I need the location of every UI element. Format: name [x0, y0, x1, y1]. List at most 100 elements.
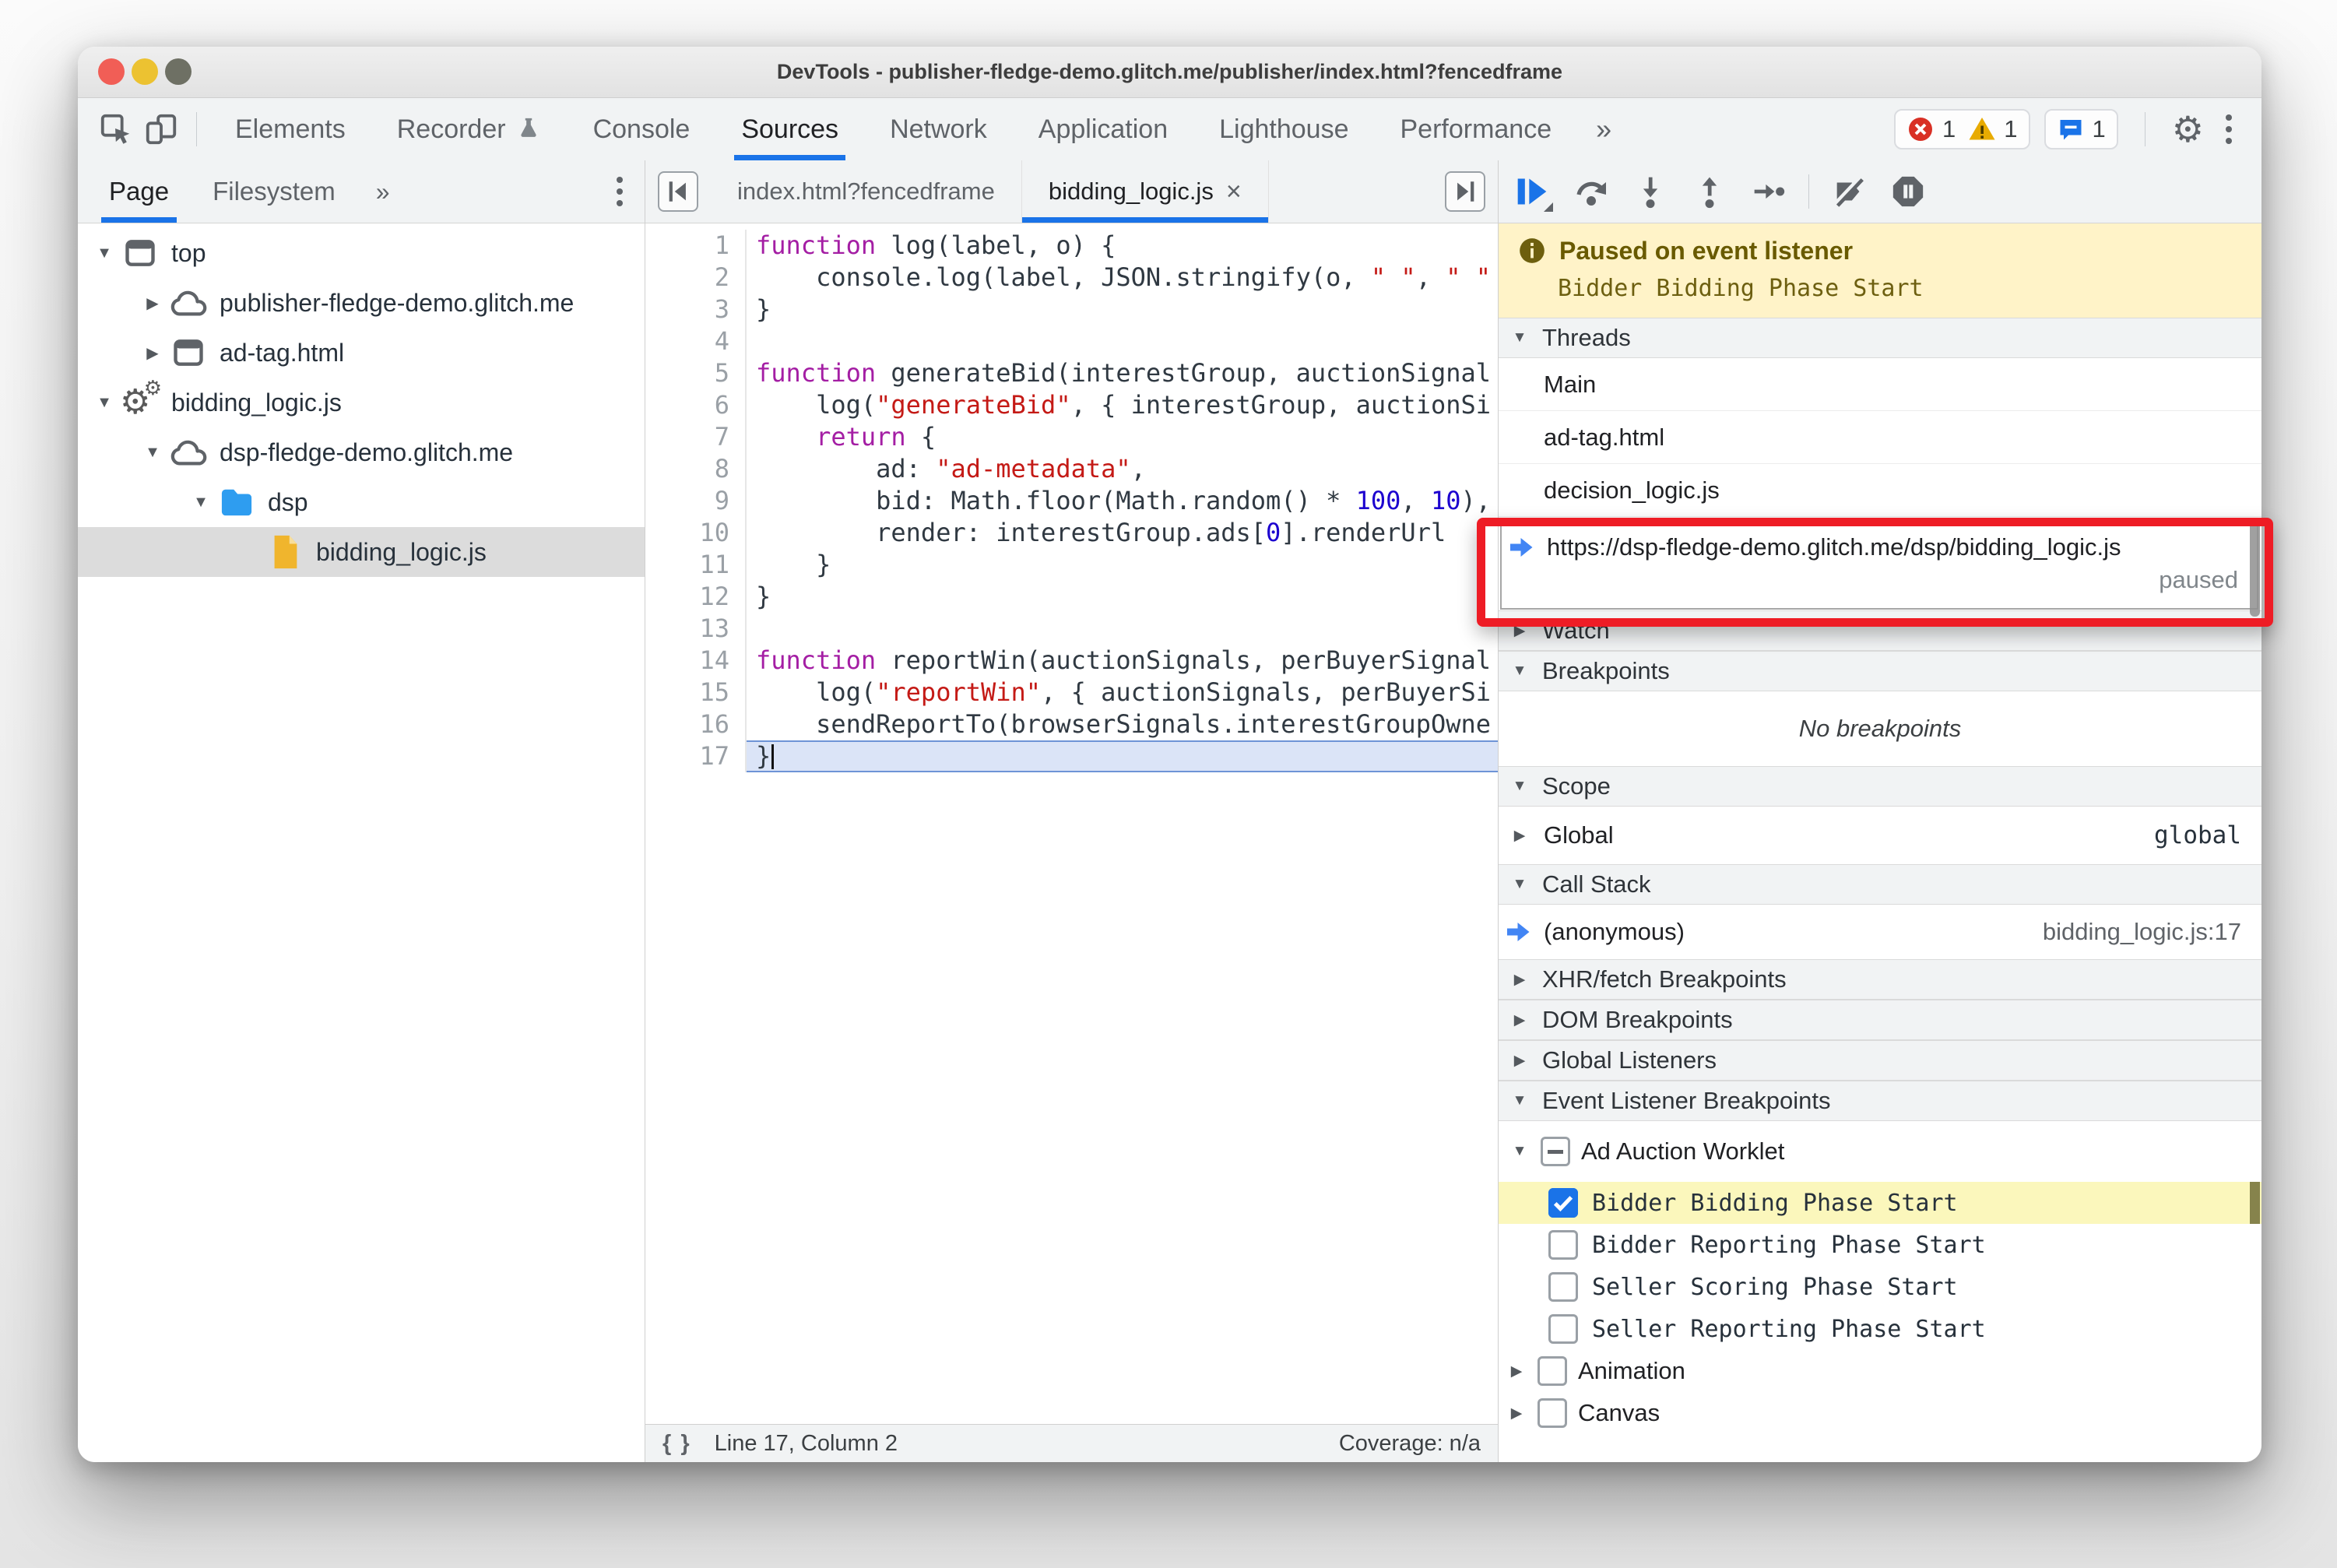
- line-number[interactable]: 11: [645, 549, 747, 581]
- tab-sources[interactable]: Sources: [715, 98, 864, 160]
- resume-dropdown-icon[interactable]: [1544, 202, 1553, 212]
- code-line-10[interactable]: 10 render: interestGroup.ads[0].renderUr…: [645, 517, 1498, 549]
- chevron-down-icon[interactable]: ▼: [137, 444, 168, 462]
- elb-group-ad-auction-worklet[interactable]: ▼ Ad Auction Worklet: [1499, 1121, 2261, 1182]
- deactivate-breakpoints-button[interactable]: [1823, 168, 1875, 215]
- tree-item-ad-tag-html[interactable]: ▶ ad-tag.html: [78, 328, 645, 378]
- navigator-kebab-icon[interactable]: [609, 177, 631, 206]
- step-button[interactable]: [1743, 168, 1794, 215]
- issues-badge[interactable]: 1: [2044, 109, 2118, 149]
- code-line-17[interactable]: 17}: [645, 740, 1498, 772]
- tab-application[interactable]: Application: [1013, 98, 1193, 160]
- code-line-7[interactable]: 7 return {: [645, 421, 1498, 453]
- code-editor[interactable]: 1 function log(label, o) {2 console.log(l…: [645, 223, 1498, 1424]
- chevron-down-icon[interactable]: ▼: [185, 494, 216, 512]
- minimize-window-button[interactable]: [132, 58, 158, 85]
- code-line-3[interactable]: 3}: [645, 294, 1498, 325]
- tab-filesystem[interactable]: Filesystem: [191, 160, 357, 223]
- chevron-down-icon[interactable]: ▼: [89, 394, 120, 412]
- zoom-window-button[interactable]: [165, 58, 192, 85]
- line-number[interactable]: 2: [645, 262, 747, 294]
- more-tabs-button[interactable]: »: [1577, 113, 1630, 146]
- section-threads[interactable]: ▼ Threads: [1499, 318, 2261, 358]
- step-out-button[interactable]: [1684, 168, 1735, 215]
- section-global-listeners[interactable]: ▶ Global Listeners: [1499, 1040, 2261, 1081]
- elb-item-seller-scoring-phase-start[interactable]: Seller Scoring Phase Start: [1499, 1266, 2261, 1308]
- unchecked-checkbox[interactable]: [1548, 1230, 1578, 1260]
- scope-global-row[interactable]: ▶ Global global: [1499, 807, 2261, 864]
- line-number[interactable]: 7: [645, 421, 747, 453]
- more-options-kebab-icon[interactable]: [2218, 114, 2240, 144]
- code-line-11[interactable]: 11 }: [645, 549, 1498, 581]
- code-line-5[interactable]: 5 function generateBid(interestGroup, auc…: [645, 357, 1498, 389]
- settings-gear-icon[interactable]: ⚙: [2172, 111, 2204, 147]
- line-number[interactable]: 9: [645, 485, 747, 517]
- line-number[interactable]: 1: [645, 230, 747, 262]
- tree-item-publisher-fledge-demo-glitch-me[interactable]: ▶ publisher-fledge-demo.glitch.me: [78, 278, 645, 328]
- tab-performance[interactable]: Performance: [1374, 98, 1577, 160]
- checked-checkbox[interactable]: [1548, 1188, 1578, 1218]
- line-number[interactable]: 5: [645, 357, 747, 389]
- code-line-9[interactable]: 9 bid: Math.floor(Math.random() * 100, 1…: [645, 485, 1498, 517]
- section-event-listener-breakpoints[interactable]: ▼ Event Listener Breakpoints: [1499, 1081, 2261, 1121]
- chevron-down-icon[interactable]: ▼: [89, 244, 120, 262]
- elb-category-animation[interactable]: ▶ Animation: [1499, 1350, 2261, 1392]
- code-line-15[interactable]: 15 log("reportWin", { auctionSignals, pe…: [645, 677, 1498, 708]
- errors-warnings-badge[interactable]: 1 1: [1894, 109, 2030, 149]
- section-dom-breakpoints[interactable]: ▶ DOM Breakpoints: [1499, 1000, 2261, 1040]
- line-number[interactable]: 15: [645, 677, 747, 708]
- inspect-element-icon[interactable]: [93, 107, 139, 152]
- tab-lighthouse[interactable]: Lighthouse: [1193, 98, 1374, 160]
- tree-item-bidding-logic-js[interactable]: ▼ ⚙ ⚙ bidding_logic.js: [78, 378, 645, 427]
- call-stack-frame[interactable]: (anonymous) bidding_logic.js:17: [1499, 905, 2261, 959]
- line-number[interactable]: 13: [645, 613, 747, 645]
- code-line-8[interactable]: 8 ad: "ad-metadata",: [645, 453, 1498, 485]
- step-over-button[interactable]: [1566, 168, 1617, 215]
- elb-item-bidder-bidding-phase-start[interactable]: Bidder Bidding Phase Start: [1499, 1182, 2261, 1224]
- tab-elements[interactable]: Elements: [209, 98, 371, 160]
- line-number[interactable]: 8: [645, 453, 747, 485]
- line-number[interactable]: 17: [645, 740, 747, 772]
- tab-page[interactable]: Page: [87, 160, 191, 223]
- close-tab-icon[interactable]: ×: [1226, 177, 1242, 207]
- unchecked-checkbox[interactable]: [1548, 1272, 1578, 1302]
- tab-network[interactable]: Network: [864, 98, 1013, 160]
- editor-tab-index[interactable]: index.html?fencedframe: [711, 160, 1022, 223]
- chevron-right-icon[interactable]: ▶: [137, 343, 168, 363]
- line-number[interactable]: 6: [645, 389, 747, 421]
- code-line-2[interactable]: 2 console.log(label, JSON.stringify(o, "…: [645, 262, 1498, 294]
- tree-item-bidding-logic-js[interactable]: bidding_logic.js: [78, 527, 645, 577]
- elb-item-seller-reporting-phase-start[interactable]: Seller Reporting Phase Start: [1499, 1308, 2261, 1350]
- tree-item-top[interactable]: ▼ top: [78, 228, 645, 278]
- code-line-14[interactable]: 14 function reportWin(auctionSignals, per…: [645, 645, 1498, 677]
- elb-item-bidder-reporting-phase-start[interactable]: Bidder Reporting Phase Start: [1499, 1224, 2261, 1266]
- section-xhr-fetch-breakpoints[interactable]: ▶ XHR/fetch Breakpoints: [1499, 959, 2261, 1000]
- code-line-12[interactable]: 12}: [645, 581, 1498, 613]
- elb-category-canvas[interactable]: ▶ Canvas: [1499, 1392, 2261, 1434]
- line-number[interactable]: 16: [645, 708, 747, 740]
- resume-script-button[interactable]: [1506, 168, 1558, 215]
- show-navigator-icon[interactable]: [658, 171, 698, 212]
- code-line-4[interactable]: 4: [645, 325, 1498, 357]
- device-toolbar-icon[interactable]: [139, 107, 184, 152]
- thread-row-main[interactable]: Main: [1499, 358, 2261, 411]
- unchecked-checkbox[interactable]: [1548, 1314, 1578, 1344]
- open-file-list-icon[interactable]: [1445, 171, 1485, 212]
- tree-item-dsp-fledge-demo-glitch-me[interactable]: ▼ dsp-fledge-demo.glitch.me: [78, 427, 645, 477]
- code-line-1[interactable]: 1 function log(label, o) {: [645, 230, 1498, 262]
- step-into-button[interactable]: [1625, 168, 1676, 215]
- line-number[interactable]: 4: [645, 325, 747, 357]
- tab-console[interactable]: Console: [568, 98, 716, 160]
- line-number[interactable]: 3: [645, 294, 747, 325]
- pause-on-exceptions-button[interactable]: [1882, 168, 1934, 215]
- section-scope[interactable]: ▼ Scope: [1499, 766, 2261, 807]
- editor-tab-bidding-logic[interactable]: bidding_logic.js ×: [1021, 160, 1269, 223]
- code-line-6[interactable]: 6 log("generateBid", { interestGroup, au…: [645, 389, 1498, 421]
- thread-row-decision-logic-js[interactable]: decision_logic.js: [1499, 464, 2261, 517]
- line-number[interactable]: 12: [645, 581, 747, 613]
- close-window-button[interactable]: [98, 58, 125, 85]
- navigator-more-tabs-button[interactable]: »: [357, 178, 409, 206]
- line-number[interactable]: 10: [645, 517, 747, 549]
- line-number[interactable]: 14: [645, 645, 747, 677]
- tab-recorder[interactable]: Recorder: [371, 98, 568, 160]
